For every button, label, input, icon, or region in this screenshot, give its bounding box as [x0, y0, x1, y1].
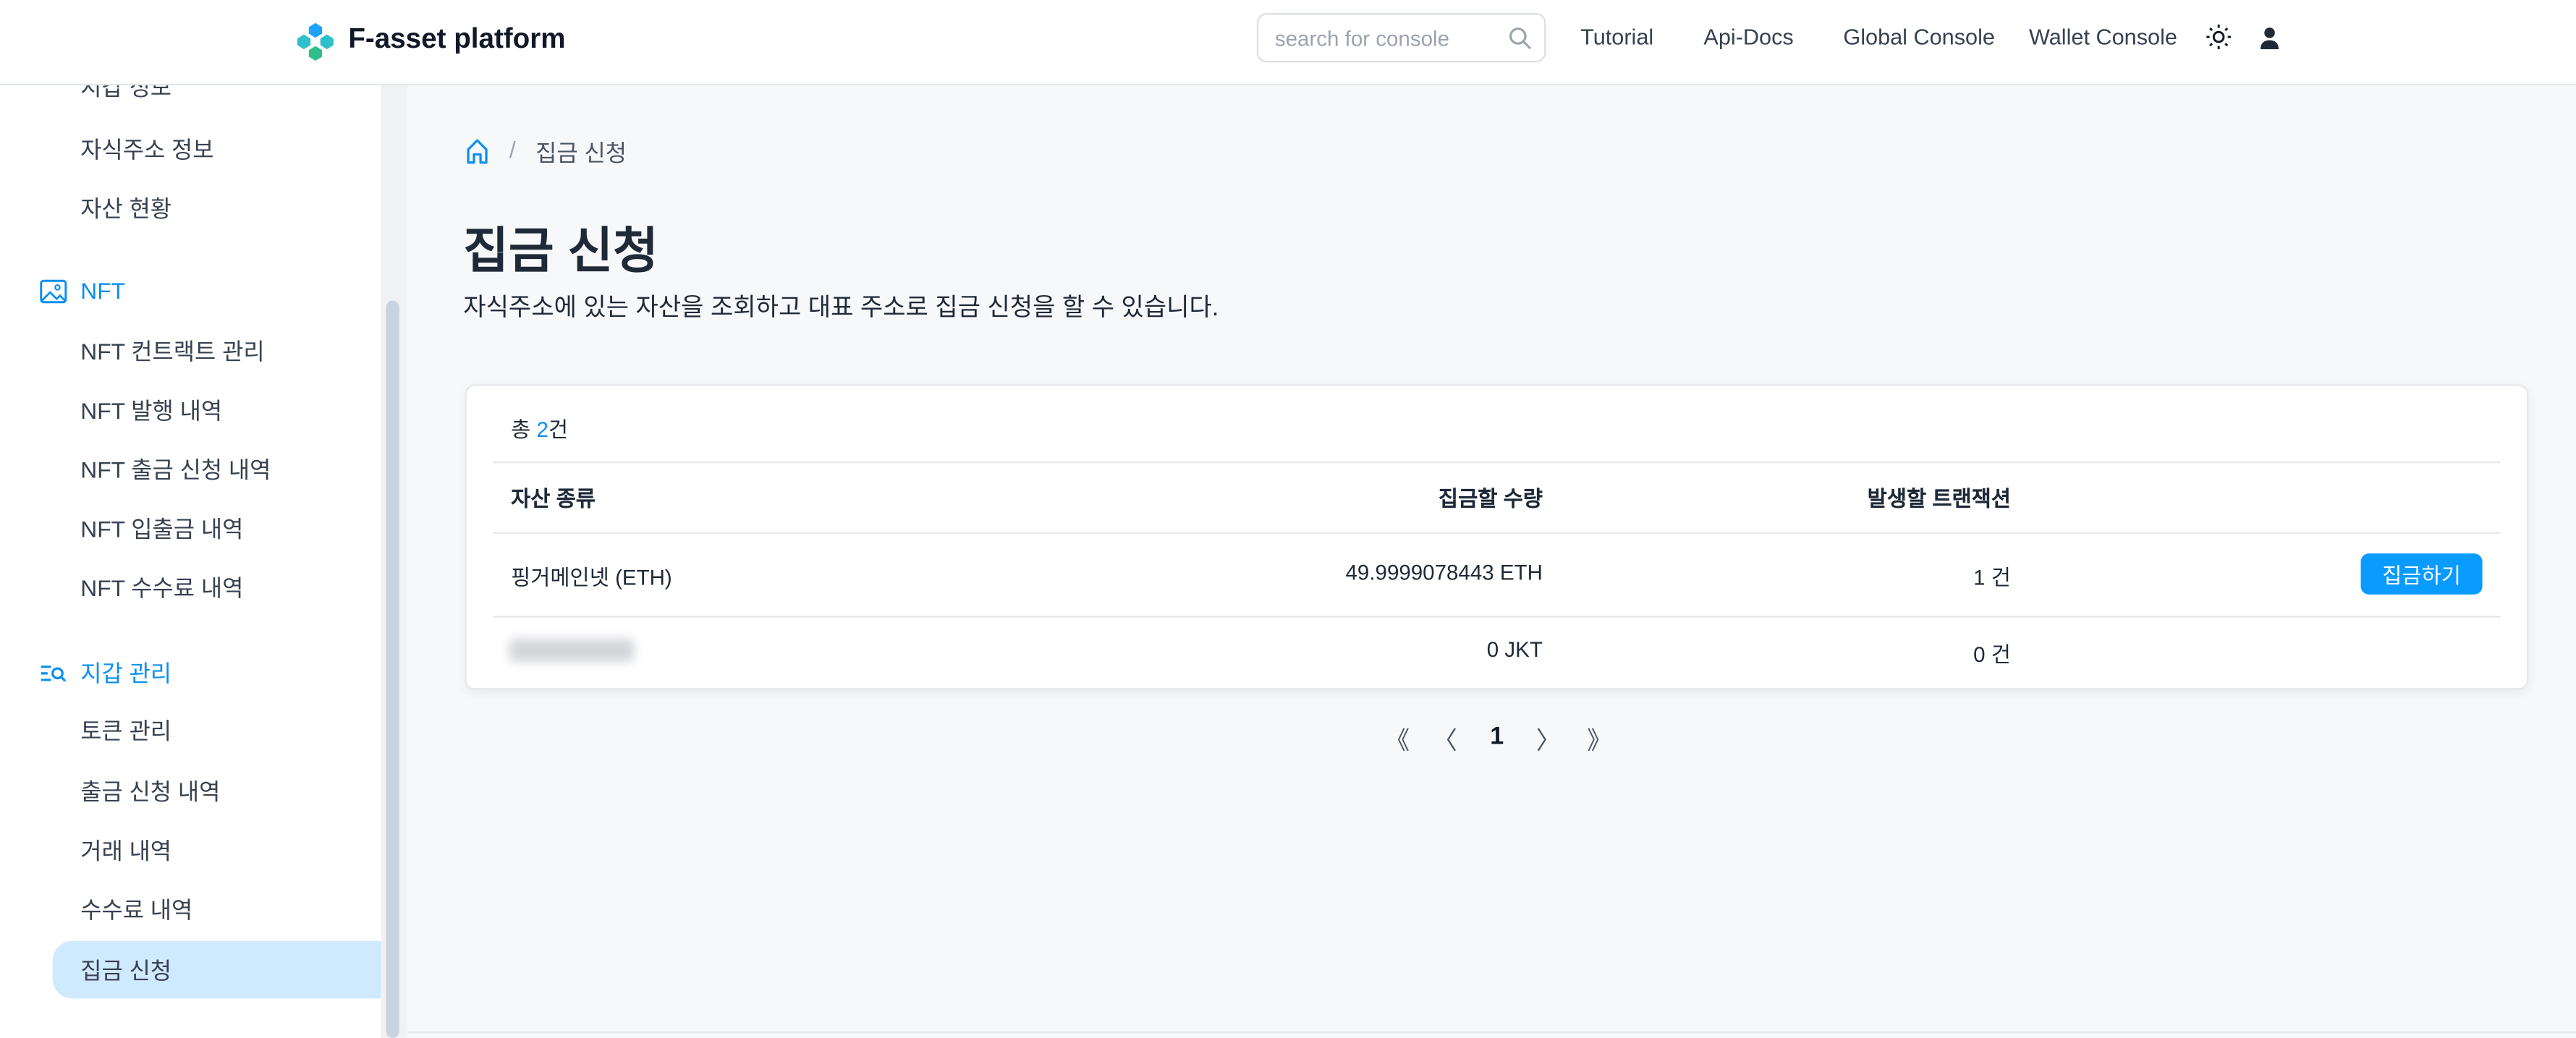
pagination-page-1[interactable]: 1: [1490, 723, 1504, 751]
total-count: 총 2건: [511, 412, 568, 443]
total-number: 2: [536, 417, 548, 442]
total-prefix: 총: [511, 417, 537, 442]
search-icon[interactable]: [1508, 26, 1533, 51]
sidebar-item-nft-mint[interactable]: NFT 발행 내역: [80, 394, 222, 427]
page-description: 자식주소에 있는 자산을 조회하고 대표 주소로 집금 신청을 할 수 있습니다…: [463, 294, 1219, 322]
sidebar-section-label: 지갑 관리: [80, 660, 172, 687]
sidebar-section-wallet[interactable]: 지갑 관리: [39, 657, 171, 689]
sidebar-item-wallet-info[interactable]: 지갑 정보: [80, 85, 171, 103]
home-icon[interactable]: [465, 138, 490, 164]
asset-name: 핑거메인넷 (ETH): [511, 565, 672, 590]
divider: [493, 532, 2501, 534]
sun-icon[interactable]: [2206, 25, 2232, 50]
sidebar-scrollbar-thumb[interactable]: [386, 300, 399, 1038]
sidebar-item-fees[interactable]: 수수료 내역: [80, 893, 192, 926]
tx-count: 0 건: [1973, 642, 2011, 667]
sidebar-item-child-address[interactable]: 자식주소 정보: [80, 133, 213, 166]
sidebar-item-nft-withdraw[interactable]: NFT 출금 신청 내역: [80, 454, 271, 486]
list-search-icon: [41, 665, 67, 682]
nav-api-docs[interactable]: Api-Docs: [1703, 25, 1793, 49]
divider: [493, 461, 2501, 464]
sidebar: 지갑 정보 자식주소 정보 자산 현황 NFT NFT 컨트랙트 관리 NFT …: [0, 85, 381, 1038]
sidebar-section-label: NFT: [80, 277, 126, 305]
image-icon: [40, 278, 67, 303]
total-suffix: 건: [548, 417, 569, 442]
brand-name[interactable]: F-asset platform: [348, 23, 565, 56]
logo-icon: [297, 22, 334, 61]
sidebar-item-withdraw-requests[interactable]: 출금 신청 내역: [80, 775, 220, 808]
sidebar-item-nft-contract[interactable]: NFT 컨트랙트 관리: [80, 335, 264, 367]
sidebar-section-nft[interactable]: NFT: [39, 278, 125, 304]
main-content: / 집금 신청 집금 신청 자식주소에 있는 자산을 조회하고 대표 주소로 집…: [407, 85, 2576, 1038]
sidebar-item-transactions[interactable]: 거래 내역: [80, 834, 171, 867]
search-input[interactable]: search for console: [1256, 13, 1546, 63]
pagination-next[interactable]: 〉: [1536, 723, 1561, 757]
breadcrumb-separator: /: [509, 136, 516, 163]
collect-amount: 49.9999078443 ETH: [1345, 560, 1543, 585]
sidebar-item-nft-fee[interactable]: NFT 수수료 내역: [80, 571, 243, 604]
sidebar-item-asset-status[interactable]: 자산 현황: [80, 192, 171, 225]
sidebar-item-collect[interactable]: 집금 신청: [80, 954, 171, 987]
footer-divider: [407, 1031, 2576, 1034]
user-icon[interactable]: [2259, 26, 2281, 50]
column-header-amount: 집금할 수량: [1438, 486, 1543, 511]
nav-global-console[interactable]: Global Console: [1843, 25, 1995, 49]
column-header-asset: 자산 종류: [511, 486, 596, 511]
collect-table-card: 총 2건 자산 종류 집금할 수량 발생할 트랜잭션 핑거메인넷 (ETH) 4…: [465, 384, 2529, 690]
column-header-tx: 발생할 트랜잭션: [1867, 486, 2011, 511]
tx-count: 1 건: [1973, 565, 2011, 590]
breadcrumb-current: 집금 신청: [535, 139, 627, 166]
sidebar-item-nft-transfer[interactable]: NFT 입출금 내역: [80, 512, 243, 545]
pagination-prev[interactable]: 〈: [1433, 723, 1457, 757]
page-title: 집금 신청: [463, 225, 658, 279]
search-placeholder: search for console: [1274, 26, 1450, 51]
sidebar-item-token[interactable]: 토큰 관리: [80, 715, 171, 747]
collect-amount: 0 JKT: [1486, 637, 1543, 662]
pagination-first[interactable]: 《: [1385, 723, 1410, 757]
divider: [493, 616, 2501, 618]
nav-wallet-console[interactable]: Wallet Console: [2029, 25, 2177, 49]
nav-tutorial[interactable]: Tutorial: [1580, 25, 1653, 49]
collect-button[interactable]: 집금하기: [2360, 553, 2483, 595]
pagination-last[interactable]: 》: [1587, 723, 1611, 757]
top-header: F-asset platform search for console Tuto…: [0, 0, 2576, 86]
asset-name-redacted: [509, 639, 635, 662]
